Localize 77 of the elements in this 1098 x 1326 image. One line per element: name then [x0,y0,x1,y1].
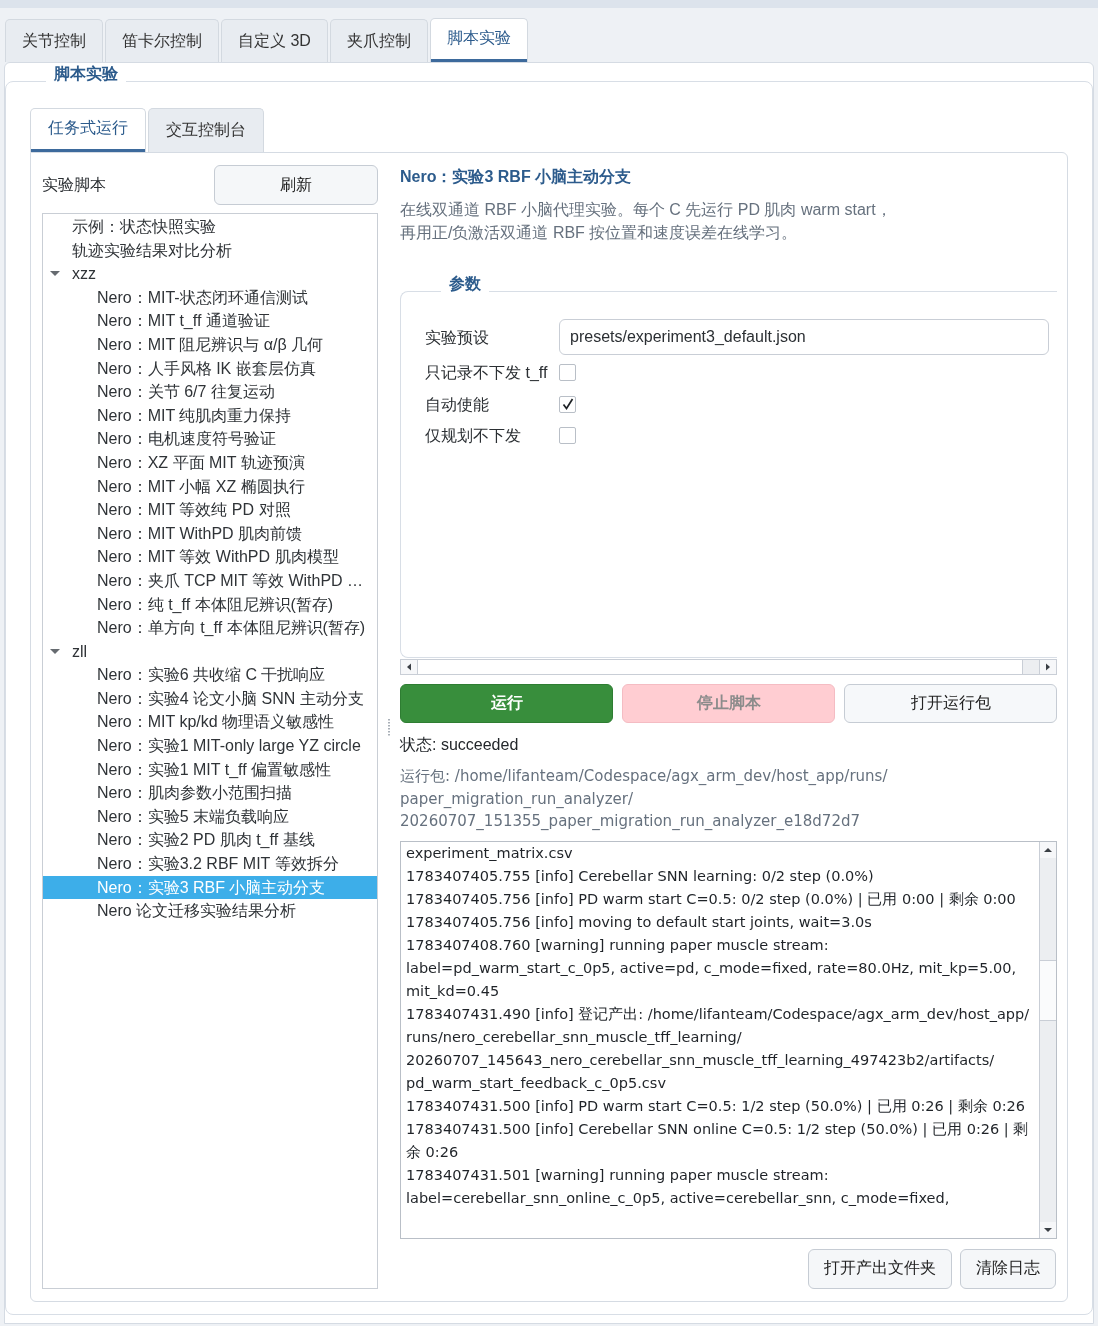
scroll-left-icon[interactable] [401,660,418,674]
tree-item[interactable]: Nero：人手风格 IK 嵌套层仿真 [43,356,377,381]
log-line: 1783407405.755 [info] Cerebellar SNN learning: 0/2 step (0.0%) [406,866,875,886]
tree-item[interactable]: Nero：实验2 PD 肌肉 t_ff 基线 [43,828,377,853]
tree-item[interactable]: Nero：MIT 小幅 XZ 椭圆执行 [43,474,377,499]
scroll-down-icon[interactable] [1040,1221,1056,1238]
tree-item[interactable]: Nero：MIT 阻尼辨识与 α/β 几何 [43,332,377,357]
log-line: 1783407431.501 [warning] running paper muscle stream: label=cerebellar_snn_online_c_0p5, active=cerebellar_snn, c_mode=fixed, [406,1165,951,1208]
vertical-scrollbar[interactable] [1039,841,1056,1238]
log-line: 1783407431.500 [info] PD warm start C=0.5: 1/2 step (50.0%) | 已用 0:26 | 剩余 0:26 [406,1096,1027,1117]
tree-item[interactable]: Nero 论文迁移实验结果分析 [43,899,377,923]
group-title: 脚本实验 [53,64,119,84]
tree-item[interactable]: Nero：电机速度符号验证 [43,427,377,451]
log-line: 1783407405.756 [info] PD warm start C=0.5: 0/2 step (0.0%) | 已用 0:00 | 剩余 0:00 [406,889,1017,910]
open-package-button[interactable]: 打开运行包 [844,684,1057,723]
tree-item[interactable]: Nero：MIT WithPD 肌肉前馈 [43,521,377,546]
log-line: 1783407431.500 [info] Cerebellar SNN online C=0.5: 1/2 step (50.0%) | 已用 0:26 | 剩余 0:26 [406,1119,1030,1162]
log-line: 1783407405.756 [info] moving to default start joints, wait=3.0s [406,912,873,932]
tree-item[interactable]: Nero：实验6 共收缩 C 干扰响应 [43,663,377,687]
open-folder-button[interactable]: 打开产出文件夹 [808,1248,952,1289]
log-line: 1783407431.490 [info] 登记产出: /home/lifanteam/Codespace/agx_arm_dev/host_app/runs/nero_cerebellar_snn_muscle_tff_learning/20260707_145643_nero_cerebellar_snn_muscle_tff_learning_497423b2/artifacts/pd_warm_start_feedback_c_0p5.csv [406,1004,1031,1093]
status-text: 状态: succeeded [400,735,520,755]
tree-item[interactable]: Nero：实验5 末端负载响应 [43,804,377,829]
tree-item[interactable]: zll [43,639,377,664]
description-line: 再用正/负激活双通道 RBF 按位置和速度误差在线学习。 [400,223,798,243]
tree-item[interactable]: Nero：MIT t_ff 通道验证 [43,309,377,333]
checkbox-label: 只记录不下发 t_ff [425,363,549,383]
clear-log-button[interactable]: 清除日志 [960,1248,1056,1289]
tree-item[interactable]: Nero：单方向 t_ff 本体阻尼辨识(暂存) [43,616,377,640]
checkbox[interactable] [559,395,576,413]
parameters-title: 参数 [448,274,482,294]
checkbox[interactable] [559,364,576,382]
scrollbar-thumb[interactable] [1040,959,1056,1021]
scroll-up-icon[interactable] [1040,841,1056,858]
checkmark-icon [561,398,574,411]
tree-item[interactable]: Nero：实验4 论文小脑 SNN 主动分支 [43,686,377,711]
splitter-handle-icon[interactable] [388,719,390,736]
tree-item[interactable]: Nero：MIT 纯肌肉重力保持 [43,403,377,428]
scroll-right-icon[interactable] [1039,660,1056,674]
scrollbar-thumb[interactable] [418,660,1023,674]
run-button[interactable]: 运行 [400,684,613,723]
run-package-path: 运行包: /home/lifanteam/Codespace/agx_arm_dev/host_app/runs/paper_migration_run_analyzer/20260707_151355_paper_migration_run_analyzer_e18d72d7 [400,766,889,832]
log-line: experiment_matrix.csv [406,843,574,863]
horizontal-scrollbar[interactable] [400,659,1057,675]
tab[interactable]: 夹爪控制 [329,19,428,62]
tree-item[interactable]: Nero：MIT 等效 WithPD 肌肉模型 [43,545,377,569]
tree-item[interactable]: Nero：关节 6/7 往复运动 [43,380,377,404]
caret-icon[interactable] [50,271,60,277]
scripts-label: 实验脚本 [42,174,106,195]
tab[interactable]: 脚本实验 [429,18,528,62]
checkbox[interactable] [559,427,576,445]
tab[interactable]: 交互控制台 [148,108,264,152]
tree-item[interactable]: xzz [43,262,377,286]
tree-item[interactable]: 轨迹实验结果对比分析 [43,238,377,263]
refresh-button[interactable]: 刷新 [214,165,378,205]
tree-item[interactable]: Nero：MIT-状态闭环通信测试 [43,285,377,310]
tab[interactable]: 任务式运行 [30,108,146,152]
tree-item[interactable]: Nero：MIT kp/kd 物理语义敏感性 [43,710,377,735]
script-title: Nero：实验3 RBF 小脑主动分支 [400,167,633,187]
tree-item[interactable]: Nero：实验1 MIT t_ff 偏置敏感性 [43,757,377,782]
tab[interactable]: 自定义 3D [221,19,328,62]
tree-item[interactable]: Nero：夹爪 TCP MIT 等效 WithPD … [43,568,377,593]
tab[interactable]: 笛卡尔控制 [105,19,219,62]
tree-item[interactable]: Nero：MIT 等效纯 PD 对照 [43,498,377,522]
checkbox-label: 仅规划不下发 [425,426,522,446]
description-line: 在线双通道 RBF 小脑代理实验。每个 C 先运行 PD 肌肉 warm start， [400,200,892,220]
field-label: 实验预设 [425,327,490,348]
tree-item[interactable]: Nero：XZ 平面 MIT 轨迹预演 [43,450,377,475]
tree-item[interactable]: Nero：肌肉参数小范围扫描 [43,781,377,805]
caret-icon[interactable] [50,649,60,654]
tree-item[interactable]: 示例：状态快照实验 [43,215,377,239]
tree-item[interactable]: Nero：实验3.2 RBF MIT 等效拆分 [43,852,377,876]
checkbox-label: 自动使能 [425,394,490,415]
text-field[interactable]: presets/experiment3_default.json [559,319,1049,355]
tree-item[interactable]: Nero：纯 t_ff 本体阻尼辨识(暂存) [43,592,377,617]
tab[interactable]: 关节控制 [5,19,103,62]
tree-item[interactable]: Nero：实验1 MIT-only large YZ circle [43,734,377,758]
